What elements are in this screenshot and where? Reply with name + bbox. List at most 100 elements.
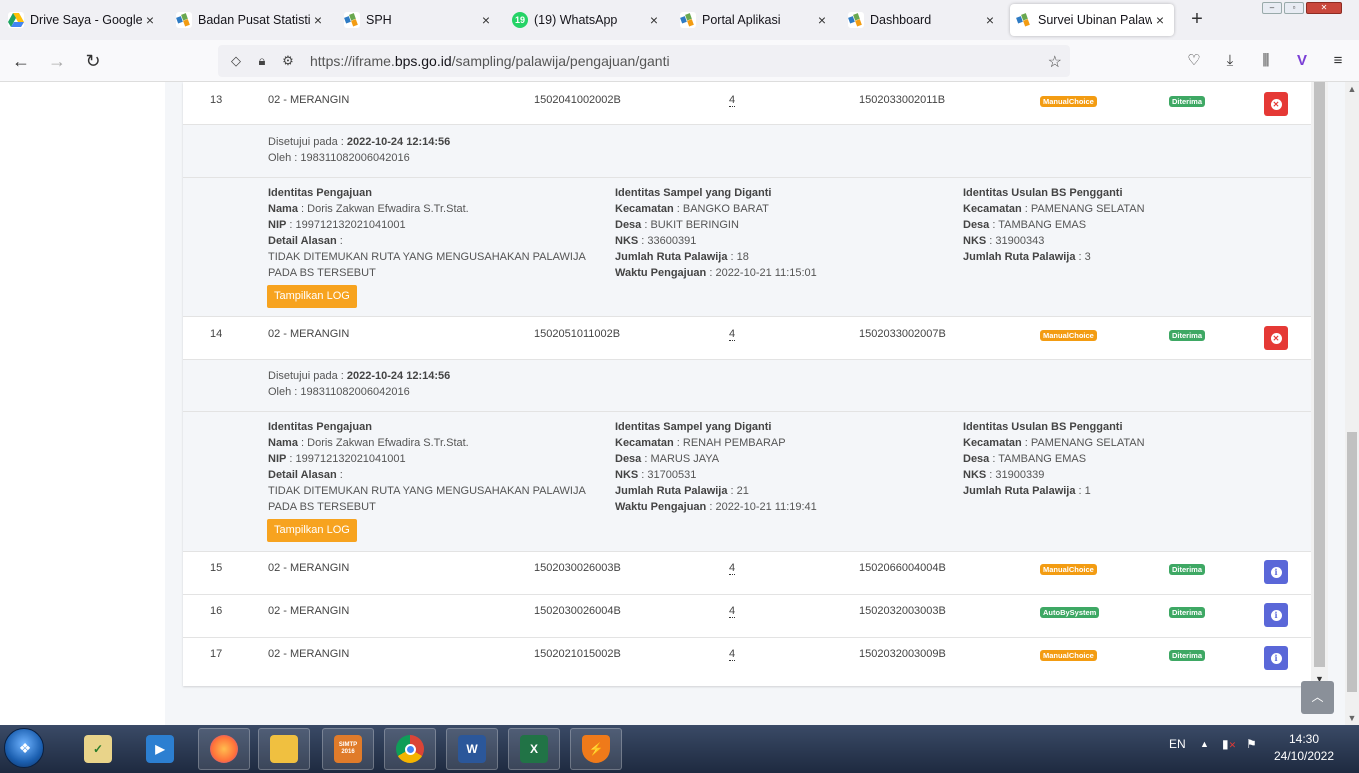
nbs-baru-cell: 1502033002011B xyxy=(859,94,946,106)
taskbar-app-vpn[interactable]: ⚡ xyxy=(570,728,622,770)
jumlah-cell[interactable]: 4 xyxy=(729,605,736,618)
alasan-label: Detail Alasan xyxy=(268,235,337,247)
scrollbar-thumb[interactable] xyxy=(1347,432,1357,692)
close-tab-icon[interactable]: × xyxy=(814,12,830,28)
maximize-icon[interactable]: ▫ xyxy=(1284,2,1304,14)
jumlah-cell[interactable]: 4 xyxy=(729,562,736,575)
vpn-shield-icon: ⚡ xyxy=(582,735,610,763)
close-window-icon[interactable]: ✕ xyxy=(1306,2,1342,14)
tab-google-drive[interactable]: Drive Saya - Google D × xyxy=(2,4,164,36)
info-button[interactable]: i xyxy=(1264,603,1288,627)
network-warning-icon[interactable]: ▮✕ xyxy=(1222,737,1236,751)
taskbar-app-file-explorer[interactable] xyxy=(258,728,310,770)
tab-sph[interactable]: SPH × xyxy=(338,4,500,36)
start-button[interactable]: ❖ xyxy=(4,728,44,768)
table-row: 17 02 - MERANGIN 1502021015002B 4 150203… xyxy=(183,638,1311,681)
scrollbar-thumb[interactable] xyxy=(1314,82,1325,667)
nama-value: Doris Zakwan Efwadira S.Tr.Stat. xyxy=(307,437,469,449)
tab-dashboard[interactable]: Dashboard × xyxy=(842,4,1004,36)
taskbar-app-excel[interactable]: X xyxy=(508,728,560,770)
info-button[interactable]: i xyxy=(1264,560,1288,584)
lock-icon[interactable]: 🔒︎ xyxy=(254,53,270,69)
waktu-value: 2022-10-21 11:19:41 xyxy=(715,501,817,513)
page-scrollbar[interactable]: ▲ ▼ xyxy=(1345,82,1359,725)
extension-icon[interactable]: V xyxy=(1292,51,1312,71)
system-clock[interactable]: 14:30 24/10/2022 xyxy=(1270,731,1338,765)
library-icon[interactable]: ⫼ xyxy=(1256,51,1276,71)
tab-title: Badan Pusat Statistik xyxy=(198,13,310,27)
back-arrow-icon[interactable]: ← xyxy=(9,49,33,73)
minimize-icon[interactable]: – xyxy=(1262,2,1282,14)
tampilkan-log-button[interactable]: Tampilkan LOG xyxy=(267,519,357,542)
jenis-badge: ManualChoice xyxy=(1040,650,1097,661)
jumlah-cell[interactable]: 4 xyxy=(729,94,736,107)
oleh-value: 198311082006042016 xyxy=(300,152,410,164)
bps-icon xyxy=(848,12,864,28)
pengajuan-title: Identitas Pengajuan xyxy=(268,187,372,199)
page-viewport: 13 02 - MERANGIN 1502041002002B 4 150203… xyxy=(0,82,1359,725)
scroll-up-arrow-icon[interactable]: ▲ xyxy=(1345,84,1359,94)
show-hidden-icons-icon[interactable]: ▲ xyxy=(1200,739,1209,749)
nip-value: 199712132021041001 xyxy=(295,453,406,465)
taskbar-app-media-player[interactable]: ▶ xyxy=(134,728,186,770)
permissions-icon[interactable]: ⚙︎ xyxy=(280,53,296,69)
row-number: 13 xyxy=(210,94,223,106)
tab-badan-pusat-statistik[interactable]: Badan Pusat Statistik × xyxy=(170,4,332,36)
tab-portal-aplikasi[interactable]: Portal Aplikasi × xyxy=(674,4,836,36)
action-center-icon[interactable]: ⚑ xyxy=(1246,737,1257,751)
nks-label: NKS xyxy=(615,469,639,481)
new-tab-button[interactable]: + xyxy=(1186,8,1208,30)
close-tab-icon[interactable]: × xyxy=(142,12,158,28)
taskbar-app-simtp[interactable]: SIMTP 2016 xyxy=(322,728,374,770)
tab-survei-ubinan-palawija[interactable]: Survei Ubinan Palawija × xyxy=(1010,4,1174,36)
nbs-lama-cell: 1502030026003B xyxy=(534,562,621,574)
tampilkan-log-button[interactable]: Tampilkan LOG xyxy=(267,285,357,308)
desa-label: Desa xyxy=(963,219,990,231)
tab-strip: Drive Saya - Google D × Badan Pusat Stat… xyxy=(0,0,1359,40)
info-button[interactable]: i xyxy=(1264,646,1288,670)
delete-button[interactable]: ✕ xyxy=(1264,92,1288,116)
kecamatan-label: Kecamatan xyxy=(963,437,1022,449)
table-row: 16 02 - MERANGIN 1502030026004B 4 150203… xyxy=(183,595,1311,638)
disetujui-label: Disetujui pada : xyxy=(268,370,344,382)
menu-icon[interactable]: ≡ xyxy=(1328,51,1348,71)
taskbar-app-chrome[interactable] xyxy=(384,728,436,770)
ruta-label: Jumlah Ruta Palawija xyxy=(615,251,728,263)
delete-button[interactable]: ✕ xyxy=(1264,326,1288,350)
divider xyxy=(183,177,1311,178)
disetujui-value: 2022-10-24 12:14:56 xyxy=(346,136,451,148)
forward-arrow-icon[interactable]: → xyxy=(45,49,69,73)
address-bar[interactable]: ◇ 🔒︎ ⚙︎ https://iframe.bps.go.id/samplin… xyxy=(218,45,1070,77)
close-tab-icon[interactable]: × xyxy=(478,12,494,28)
close-tab-icon[interactable]: × xyxy=(982,12,998,28)
reload-icon[interactable]: ↻ xyxy=(81,49,105,73)
scroll-to-top-button[interactable]: ︿ xyxy=(1301,681,1334,714)
taskbar-app-firefox[interactable] xyxy=(198,728,250,770)
scroll-down-arrow-icon[interactable]: ▼ xyxy=(1345,713,1359,723)
jumlah-cell[interactable]: 4 xyxy=(729,648,736,661)
jenis-badge: AutoBySystem xyxy=(1040,607,1100,618)
language-indicator[interactable]: EN xyxy=(1169,737,1186,751)
ruta-value: 3 xyxy=(1084,251,1091,263)
taskbar-app-word[interactable]: W xyxy=(446,728,498,770)
shield-icon[interactable]: ◇ xyxy=(228,53,244,69)
ruta-label: Jumlah Ruta Palawija xyxy=(963,485,1076,497)
desa-label: Desa xyxy=(615,453,642,465)
url-text[interactable]: https://iframe.bps.go.id/sampling/palawi… xyxy=(310,53,670,69)
close-tab-icon[interactable]: × xyxy=(646,12,662,28)
tab-whatsapp[interactable]: 19 (19) WhatsApp × xyxy=(506,4,668,36)
table-scrollbar[interactable]: ▼ xyxy=(1311,82,1328,686)
word-icon: W xyxy=(458,735,486,763)
kecamatan-value: PAMENANG SELATAN xyxy=(1030,437,1145,449)
nbs-baru-cell: 1502032003003B xyxy=(859,605,946,617)
whatsapp-icon: 19 xyxy=(512,12,528,28)
bookmark-star-icon[interactable]: ☆ xyxy=(1048,52,1062,72)
taskbar-app-notepad[interactable]: ✓ xyxy=(72,728,124,770)
window-controls: – ▫ ✕ xyxy=(1262,2,1342,14)
close-tab-icon[interactable]: × xyxy=(1152,12,1168,28)
close-tab-icon[interactable]: × xyxy=(310,12,326,28)
jumlah-cell[interactable]: 4 xyxy=(729,328,736,341)
oleh-label: Oleh : xyxy=(268,386,298,398)
download-icon[interactable]: ⤓ xyxy=(1220,51,1240,71)
pocket-icon[interactable]: ♡ xyxy=(1184,51,1204,71)
